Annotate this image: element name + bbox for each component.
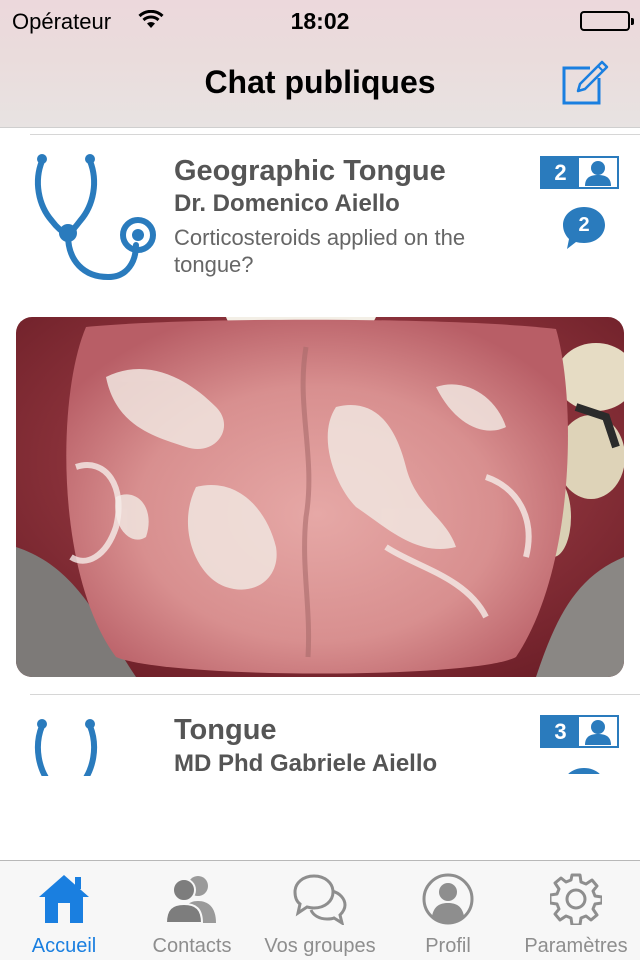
tab-bar: Accueil Contacts Vos groupes Profil Para… [0,860,640,960]
settings-icon [512,873,640,925]
tab-label: Profil [425,935,471,957]
chat-image[interactable] [16,317,624,677]
members-count: 2 [542,158,579,187]
tab-profil[interactable]: Profil [384,861,512,960]
chat-bubble-icon [568,768,600,774]
tab-label: Vos groupes [264,935,376,957]
stethoscope-icon [28,153,160,290]
chat-author: MD Phd Gabriele Aiello [174,750,438,777]
chat-title: Geographic Tongue [174,155,446,187]
compose-button[interactable] [560,58,610,106]
message-count-badge: 2 [561,205,607,251]
chat-last-message: Corticosteroids applied on the tongue? [174,225,466,277]
contacts-icon [128,873,256,925]
tab-label: Paramètres [524,935,628,957]
tab-label: Contacts [152,935,232,957]
tongue-photo [16,317,624,677]
compose-icon [562,60,609,105]
chat-list[interactable]: Geographic Tongue Dr. Domenico Aiello Co… [0,129,640,860]
tab-vos-groupes[interactable]: Vos groupes [256,861,384,960]
profile-icon [384,873,512,925]
battery-icon [580,11,634,31]
tab-accueil[interactable]: Accueil [0,861,128,960]
members-badge: 2 [540,156,619,189]
navigation-header: Opérateur 18:02 Chat publiques [0,0,640,128]
message-count-badge [561,766,607,774]
members-count: 3 [542,717,579,746]
stethoscope-icon [28,718,160,776]
members-badge: 3 [540,715,619,748]
chat-item[interactable]: Tongue MD Phd Gabriele Aiello 3 [0,694,640,777]
chat-author: Dr. Domenico Aiello [174,190,400,217]
home-icon [0,873,128,925]
tab-label: Accueil [31,935,97,957]
page-title: Chat publiques [204,64,436,100]
groups-icon [256,873,384,925]
status-time: 18:02 [290,8,350,34]
tab-parametres[interactable]: Paramètres [512,861,640,960]
person-icon [579,717,617,746]
person-icon [579,158,617,187]
chat-item[interactable]: Geographic Tongue Dr. Domenico Aiello Co… [0,129,640,689]
message-count: 2 [578,214,590,236]
tab-contacts[interactable]: Contacts [128,861,256,960]
chat-title: Tongue [174,714,277,746]
status-bar: Opérateur 18:02 [0,0,640,40]
